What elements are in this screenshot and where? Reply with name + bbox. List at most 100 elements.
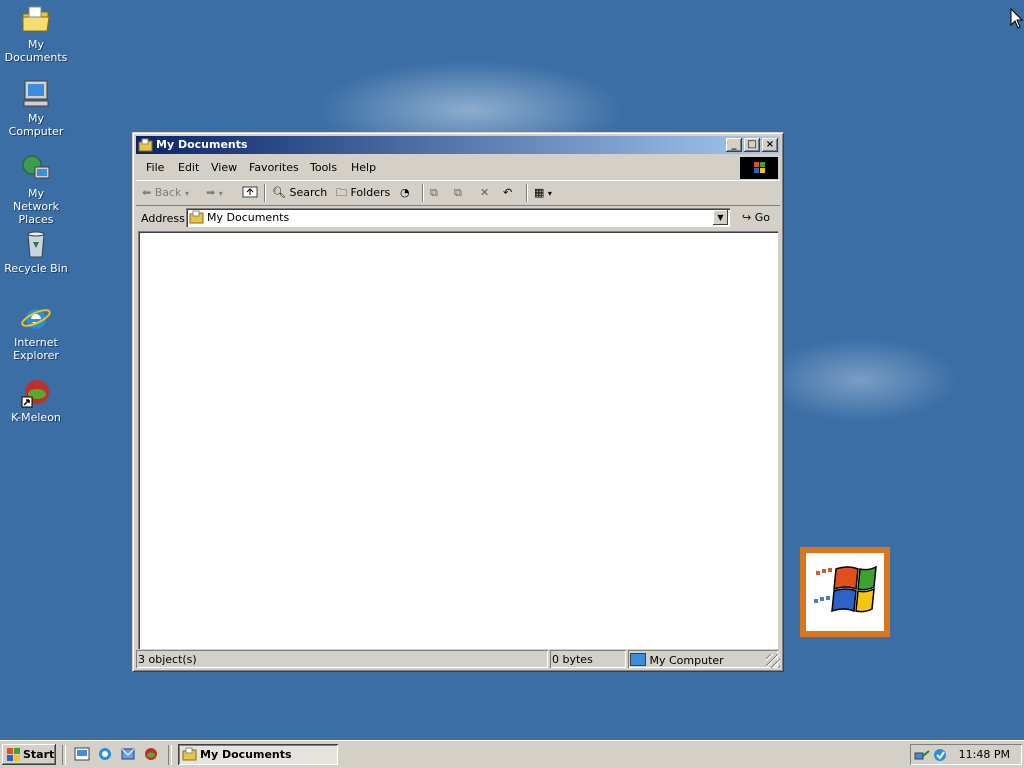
system-tray: 11:48 PM [910, 744, 1022, 765]
maximize-button[interactable]: □ [744, 138, 760, 152]
windows-flag-icon [814, 565, 877, 613]
desktop-icon-network-places[interactable]: My Network Places [0, 153, 72, 226]
up-button[interactable] [242, 184, 258, 202]
taskbar-button-my-documents[interactable]: My Documents [178, 744, 338, 765]
show-desktop-icon[interactable] [74, 746, 90, 762]
window-titlebar[interactable]: My Documents _ □ × [136, 136, 780, 154]
status-objects-text: 3 object(s) [138, 653, 197, 666]
desktop-icon-label: My Network Places [13, 187, 59, 226]
desktop-icon-recycle-bin[interactable]: Recycle Bin [0, 228, 72, 275]
toolbar-separator [264, 184, 266, 202]
go-label: Go [754, 211, 770, 224]
my-documents-folder-icon [138, 138, 153, 152]
close-button[interactable]: × [762, 138, 778, 152]
desktop-icon-label: K-Meleon [11, 411, 61, 424]
windows-logo [800, 547, 890, 637]
address-dropdown-button[interactable]: ▼ [713, 210, 728, 225]
status-zone: My Computer [628, 650, 778, 668]
address-bar: Address My Documents ▼ ↪ Go [136, 207, 780, 230]
delete-x-icon: ✕ [480, 186, 490, 199]
status-zone-text: My Computer [649, 654, 724, 667]
menu-help[interactable]: Help [351, 161, 376, 174]
taskbar-button-label: My Documents [200, 748, 292, 761]
menu-favorites[interactable]: Favorites [249, 161, 299, 174]
clock[interactable]: 11:48 PM [959, 748, 1010, 761]
folders-label: Folders [350, 186, 391, 199]
windows-throbber [740, 157, 778, 179]
undo-button[interactable]: ↶ [503, 184, 512, 202]
search-label: Search [289, 186, 328, 199]
desktop: My Documents My Computer My Network Plac… [0, 0, 1024, 740]
menu-file[interactable]: File [146, 161, 164, 174]
toolbar-separator [422, 184, 424, 202]
my-computer-icon [630, 653, 646, 666]
desktop-icon-label: My Documents [4, 38, 68, 64]
move-to-button[interactable]: ⧉ [430, 184, 438, 202]
update-tray-icon[interactable] [932, 747, 948, 763]
desktop-icon-my-computer[interactable]: My Computer [0, 78, 72, 138]
k-meleon-icon[interactable] [143, 746, 159, 762]
copy-to-button[interactable]: ⧉ [454, 184, 462, 202]
folder-content-pane[interactable] [138, 231, 778, 649]
desktop-icon-label: My Computer [8, 112, 64, 138]
views-grid-icon: ▦ [534, 186, 545, 199]
my-documents-folder-icon [22, 6, 50, 32]
dropdown-arrow-icon: ▾ [184, 189, 189, 198]
menu-bar: File Edit View Favorites Tools Help [136, 157, 780, 179]
copy-to-icon: ⧉ [454, 186, 462, 199]
menu-edit[interactable]: Edit [178, 161, 199, 174]
history-button[interactable]: ◔ [400, 184, 410, 202]
folders-button[interactable]: 🗀 Folders [336, 184, 390, 202]
status-object-count: 3 object(s) [136, 650, 548, 668]
internet-explorer-icon[interactable] [97, 746, 113, 762]
history-icon: ◔ [400, 186, 410, 199]
my-documents-folder-icon [182, 747, 197, 761]
go-arrow-icon: ↪ [742, 211, 752, 224]
windows-flag-icon [7, 748, 20, 761]
back-button[interactable]: ⬅ Back ▾ [142, 184, 189, 202]
delete-button[interactable]: ✕ [480, 184, 489, 202]
search-button[interactable]: 🔍︎ Search [272, 184, 327, 202]
taskbar-separator [62, 745, 66, 765]
standard-toolbar: ⬅ Back ▾ ➡ ▾ 🔍︎ Search 🗀 Folders ◔ ⧉ ⧉ ✕… [136, 180, 780, 206]
address-value: My Documents [207, 211, 290, 224]
folder-up-icon [242, 186, 258, 198]
start-button[interactable]: Start [2, 744, 56, 765]
status-bar: 3 object(s) 0 bytes My Computer [136, 650, 780, 668]
window-title: My Documents [156, 138, 248, 151]
search-icon: 🔍︎ [272, 186, 286, 199]
desktop-icon-k-meleon[interactable]: K-Meleon [0, 377, 72, 424]
desktop-icon-my-documents[interactable]: My Documents [0, 4, 72, 64]
address-input[interactable]: My Documents ▼ [186, 208, 730, 227]
status-size-text: 0 bytes [552, 653, 593, 666]
go-button[interactable]: ↪ Go [742, 211, 770, 224]
my-computer-icon [23, 80, 49, 107]
folders-icon: 🗀 [336, 186, 347, 199]
forward-arrow-icon: ➡ [206, 186, 216, 199]
menu-tools[interactable]: Tools [310, 161, 337, 174]
internet-explorer-icon [21, 309, 51, 329]
undo-icon: ↶ [503, 186, 513, 199]
explorer-window: My Documents _ □ × File Edit View Favori… [132, 132, 784, 672]
network-tray-icon[interactable] [914, 747, 930, 763]
desktop-icon-label: Internet Explorer [13, 336, 59, 362]
back-label: Back [154, 186, 182, 199]
back-arrow-icon: ⬅ [142, 186, 152, 199]
taskbar-separator [168, 745, 172, 765]
move-to-icon: ⧉ [430, 186, 438, 199]
outlook-express-icon[interactable] [120, 746, 136, 762]
network-places-icon [22, 155, 50, 179]
forward-button[interactable]: ➡ ▾ [206, 184, 223, 202]
menu-view[interactable]: View [211, 161, 237, 174]
views-button[interactable]: ▦ ▾ [534, 184, 552, 202]
status-size: 0 bytes [550, 650, 626, 668]
mouse-cursor-icon [1010, 8, 1024, 29]
resize-grip[interactable] [766, 654, 780, 668]
toolbar-separator [526, 184, 528, 202]
desktop-icon-internet-explorer[interactable]: Internet Explorer [0, 302, 72, 362]
desktop-icon-label: Recycle Bin [4, 262, 68, 275]
address-label: Address [141, 212, 185, 225]
minimize-button[interactable]: _ [726, 138, 742, 152]
windows-flag-icon [754, 162, 765, 173]
recycle-bin-icon [27, 231, 45, 258]
